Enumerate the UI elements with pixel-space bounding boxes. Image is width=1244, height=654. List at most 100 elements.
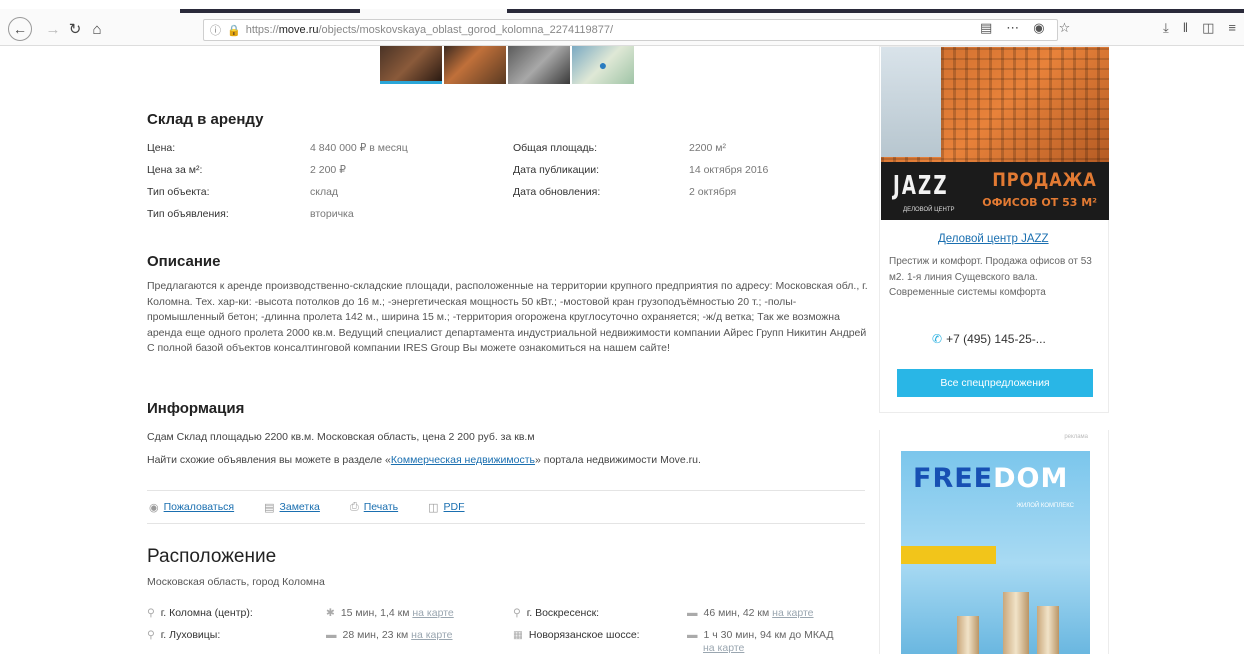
prop-label: Цена: — [147, 142, 176, 154]
print-button[interactable]: ⎙ Печать — [350, 501, 398, 514]
commercial-realty-link[interactable]: Коммерческая недвижимость — [391, 454, 535, 466]
location-address: Московская область, город Коломна — [147, 576, 325, 588]
menu-icon[interactable]: ≡ — [1228, 20, 1236, 36]
map-thumbnail[interactable]: ● — [572, 46, 634, 84]
prop-label: Цена за м²: — [147, 164, 203, 176]
url-path: /objects/moskovskaya_oblast_gorod_kolomn… — [318, 24, 614, 36]
prop-label: Дата публикации: — [513, 164, 600, 176]
location-place: г. Луховицы: — [160, 629, 221, 641]
car-icon: ▬ — [687, 629, 698, 641]
information-text: Сдам Склад площадью 2200 кв.м. Московска… — [147, 431, 535, 443]
lock-icon: 🔒 — [227, 24, 241, 37]
info-icon[interactable]: ⓘ — [210, 22, 221, 38]
url-prefix: https:// — [245, 24, 279, 36]
ad-label: реклама — [1064, 434, 1088, 440]
banner-headline: ПРОДАЖА — [992, 169, 1097, 191]
location-item: ⚲ г. Коломна (центр): — [147, 607, 253, 619]
car-icon: ▬ — [687, 607, 698, 619]
listing-title: Склад в аренду — [147, 111, 264, 128]
bookmark-star-icon[interactable]: ☆ — [1059, 20, 1071, 36]
reader-view-icon[interactable]: ▤ — [980, 20, 992, 36]
complain-label[interactable]: Пожаловаться — [164, 501, 235, 513]
prop-label: Тип объекта: — [147, 186, 210, 198]
photo-thumbnail[interactable] — [508, 46, 570, 84]
tab-strip — [0, 0, 1244, 9]
jazz-ad-link[interactable]: Деловой центр JAZZ — [938, 233, 1049, 245]
pdf-label[interactable]: PDF — [444, 501, 465, 513]
pocket-icon[interactable]: ◉ — [1033, 20, 1044, 36]
jazz-ad: JAZZ ДЕЛОВОЙ ЦЕНТР ПРОДАЖА ОФИСОВ ОТ 53 … — [879, 46, 1109, 413]
location-item: ⚲ г. Луховицы: — [147, 629, 220, 641]
tower-image — [1037, 606, 1059, 654]
prop-value: 4 840 000 ₽ в месяц — [310, 142, 408, 154]
similar-suffix: » портала недвижимости Move.ru. — [535, 454, 701, 466]
reload-icon[interactable]: ↻ — [64, 18, 86, 40]
location-item: ⚲ г. Воскресенск: — [513, 607, 599, 619]
photo-thumbnails: ● — [380, 46, 634, 84]
jazz-banner[interactable]: JAZZ ДЕЛОВОЙ ЦЕНТР ПРОДАЖА ОФИСОВ ОТ 53 … — [881, 47, 1109, 220]
location-distance: ▬ 28 мин, 23 км на карте — [326, 629, 453, 641]
banner-subheadline: ОФИСОВ ОТ 53 М² — [982, 196, 1097, 209]
photo-thumbnail[interactable] — [444, 46, 506, 84]
location-distance: ▬ 46 мин, 42 км на карте — [687, 607, 814, 619]
freedom-logo: FREEDOM — [913, 463, 1068, 494]
on-map-link[interactable]: на карте — [703, 642, 744, 654]
phone-number[interactable]: +7 (495) 145-25-... — [946, 332, 1046, 346]
prop-label: Тип объявления: — [147, 208, 229, 220]
on-map-link[interactable]: на карте — [411, 629, 452, 641]
description-heading: Описание — [147, 253, 221, 270]
sidebar-icon[interactable]: ◫ — [1202, 20, 1214, 36]
prop-value: 2 октября — [689, 186, 737, 198]
back-icon[interactable]: ← — [8, 17, 32, 41]
information-heading: Информация — [147, 400, 245, 417]
tower-image — [957, 616, 979, 654]
prop-value: склад — [310, 186, 339, 198]
map-pin-icon: ⚲ — [147, 607, 155, 619]
walk-icon: ✱ — [326, 607, 335, 619]
tab-strip-bar — [507, 9, 1244, 13]
pdf-button[interactable]: ◫ PDF — [428, 501, 464, 514]
location-place: г. Воскресенск: — [526, 607, 600, 619]
jazz-ad-text: Престиж и комфорт. Продажа офисов от 53 … — [889, 256, 1092, 298]
more-actions-icon[interactable]: ⋯ — [1006, 20, 1019, 36]
distance-text: 1 ч 30 мин, 94 км до МКАД — [703, 629, 834, 641]
warning-icon: ◉ — [149, 501, 159, 514]
on-map-link[interactable]: на карте — [772, 607, 813, 619]
note-button[interactable]: ▤ Заметка — [264, 501, 320, 514]
banner-stripe — [901, 546, 996, 564]
distance-text: 15 мин, 1,4 км — [340, 607, 410, 619]
action-bar: ◉ Пожаловаться ▤ Заметка ⎙ Печать ◫ PDF — [147, 490, 865, 524]
complain-button[interactable]: ◉ Пожаловаться — [149, 501, 234, 514]
highway-icon: ▦ — [513, 629, 523, 641]
tab-inactive[interactable] — [180, 9, 360, 13]
on-map-link[interactable]: на карте — [412, 607, 453, 619]
freedom-banner[interactable]: FREEDOM ЖИЛОЙ КОМПЛЕКС — [901, 451, 1090, 654]
downloads-icon[interactable]: ⤓ — [1163, 20, 1169, 36]
print-label[interactable]: Печать — [364, 501, 398, 513]
map-pin-icon: ⚲ — [147, 629, 155, 641]
jazz-logo-sub: ДЕЛОВОЙ ЦЕНТР — [903, 207, 955, 213]
forward-icon[interactable]: → — [42, 18, 64, 40]
jazz-phone[interactable]: ✆ +7 (495) 145-25-... — [932, 332, 1046, 346]
location-place: г. Коломна (центр): — [160, 607, 253, 619]
phone-icon: ✆ — [932, 332, 943, 346]
home-icon[interactable]: ⌂ — [86, 18, 108, 40]
banner-sky — [881, 47, 941, 157]
freedom-logo-part1: FREE — [913, 463, 994, 494]
distance-text: 28 мин, 23 км — [342, 629, 409, 641]
map-pin-icon: ⚲ — [513, 607, 521, 619]
printer-icon: ⎙ — [349, 500, 359, 513]
tower-image — [1003, 592, 1029, 654]
url-bar[interactable]: ⓘ 🔒 https://move.ru/objects/moskovskaya_… — [203, 19, 1058, 41]
photo-thumbnail[interactable] — [380, 46, 442, 84]
location-heading: Расположение — [147, 546, 277, 567]
note-label[interactable]: Заметка — [280, 501, 320, 513]
description-text: Предлагаются к аренде производственно-ск… — [147, 280, 868, 354]
library-icon[interactable]: ‖ — [1183, 20, 1188, 36]
pdf-icon: ◫ — [428, 501, 439, 514]
freedom-logo-part2: DOM — [993, 463, 1069, 494]
prop-label: Дата обновления: — [513, 186, 601, 198]
prop-label: Общая площадь: — [513, 142, 598, 154]
jazz-logo: JAZZ — [893, 171, 949, 201]
all-offers-button[interactable]: Все спецпредложения — [897, 369, 1093, 397]
